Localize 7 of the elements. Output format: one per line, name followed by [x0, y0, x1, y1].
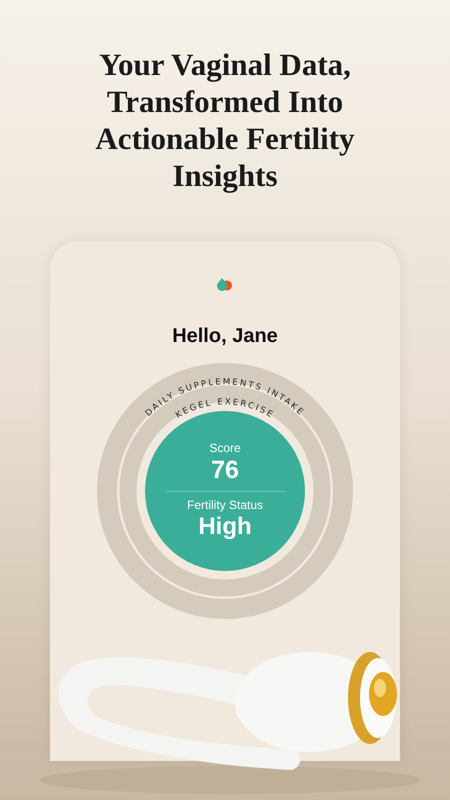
score-label: Score — [209, 440, 241, 454]
status-value: High — [198, 512, 252, 542]
logo-icon — [216, 277, 234, 291]
greeting: Hello, Jane — [172, 324, 278, 349]
headline: Your Vaginal Data, Transformed Into Actionable Fertility Insights — [94, 46, 356, 194]
score-value: 76 — [211, 454, 239, 484]
status-label: Fertility Status — [186, 498, 264, 512]
